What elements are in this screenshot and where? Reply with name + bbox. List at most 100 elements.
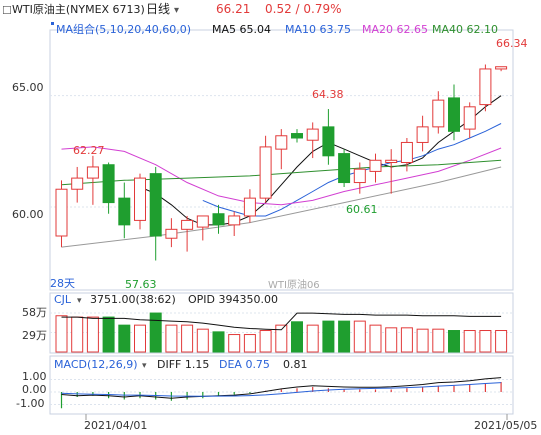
candle-body-up — [495, 66, 508, 70]
candle[interactable] — [306, 122, 319, 159]
candle-body-down — [212, 213, 225, 226]
volume-bar — [259, 330, 272, 353]
candle[interactable] — [479, 64, 492, 112]
volume-bar — [400, 327, 413, 353]
candle[interactable] — [55, 180, 68, 248]
candle[interactable] — [259, 135, 272, 203]
volume-bar — [55, 315, 68, 353]
candle-body-down — [322, 126, 335, 157]
candle[interactable] — [165, 218, 178, 248]
chart-watermark: WTI原油06 — [268, 278, 320, 291]
candle[interactable] — [228, 211, 241, 237]
candle[interactable] — [385, 149, 398, 194]
candle-body-down — [291, 133, 303, 139]
candle[interactable] — [102, 162, 115, 214]
ma-combo-title[interactable]: MA组合(5,10,20,40,60,0) — [56, 22, 191, 36]
days-label: 28天 — [50, 277, 75, 290]
candle[interactable] — [338, 149, 351, 187]
candle-body-up — [228, 215, 241, 226]
volume-bar — [463, 330, 476, 353]
volume-bar — [181, 324, 194, 353]
candle[interactable] — [463, 102, 476, 138]
candle-body-up — [275, 135, 288, 150]
candle-body-down — [149, 173, 162, 237]
opid-value: OPID 394350.00 — [188, 293, 278, 306]
candle[interactable] — [181, 215, 194, 252]
volume-tick-29: 29万 — [22, 329, 47, 342]
chart-svg: ☐ WTI原油主(NYMEX 6713) 日线 ▾ 66.21 0.52 / 0… — [2, 2, 537, 432]
volume-bar — [385, 327, 398, 353]
candle[interactable] — [212, 204, 225, 234]
volume-bar — [165, 324, 178, 353]
candle-body-up — [306, 128, 319, 141]
annotation-low-left: 57.63 — [125, 278, 157, 291]
volume-bar — [71, 316, 84, 353]
annotation-low-mid: 60.61 — [346, 203, 378, 216]
volume-bar — [291, 321, 303, 353]
candle[interactable] — [448, 84, 460, 141]
candle[interactable] — [291, 129, 303, 143]
candle[interactable] — [369, 153, 382, 183]
macd-value: 0.81 — [283, 358, 308, 371]
candle-body-up — [385, 159, 398, 163]
candle-body-up — [165, 228, 178, 239]
x-axis-date-right: 2021/05/05 — [474, 419, 537, 432]
macd-dea-line — [61, 382, 502, 397]
checkbox-icon[interactable]: ☐ — [2, 4, 12, 17]
candle[interactable] — [495, 66, 508, 72]
candle[interactable] — [118, 182, 131, 239]
macd-diff-value: DIFF 1.15 — [157, 358, 209, 371]
ma20-value: MA20 62.65 — [362, 23, 428, 36]
ma-line-ma5 — [139, 95, 502, 226]
candle[interactable] — [134, 173, 146, 230]
macd-dropdown-icon[interactable]: ▾ — [142, 361, 147, 371]
candle-body-up — [463, 106, 476, 130]
candle[interactable] — [196, 215, 209, 241]
candle-body-down — [118, 197, 131, 226]
ma-legend-marker — [51, 22, 54, 25]
annotation-high-mid: 64.38 — [312, 88, 344, 101]
candle-body-up — [181, 219, 194, 230]
macd-title[interactable]: MACD(12,26,9) — [54, 358, 138, 371]
volume-bar — [432, 328, 445, 353]
price-tick-65: 65.00 — [12, 81, 44, 94]
volume-bar — [212, 331, 225, 353]
volume-bar — [306, 324, 319, 353]
period-dropdown-icon[interactable]: ▾ — [174, 5, 179, 16]
volume-bar — [353, 320, 366, 353]
candle[interactable] — [71, 166, 84, 203]
macd-tick-minus1: -1.00 — [16, 397, 44, 410]
volume-bar — [196, 328, 209, 353]
volume-value: 3751.00(38:62) — [90, 293, 176, 306]
candle-body-up — [479, 68, 492, 106]
macd-dea-value: DEA 0.75 — [219, 358, 270, 371]
volume-indicator-label[interactable]: CJL — [54, 293, 72, 306]
volume-bar — [243, 334, 256, 353]
candle-body-up — [353, 168, 366, 184]
candle[interactable] — [432, 91, 445, 134]
last-price: 66.21 — [216, 2, 250, 16]
candle[interactable] — [86, 155, 99, 205]
volume-bar — [228, 334, 241, 353]
candle-body-up — [400, 141, 413, 163]
period-label[interactable]: 日线 — [146, 2, 170, 16]
candle-body-up — [432, 99, 445, 128]
candle[interactable] — [322, 109, 335, 165]
ma10-value: MA10 63.75 — [285, 23, 351, 36]
volume-bar — [149, 312, 162, 353]
candle[interactable] — [275, 129, 288, 170]
ma5-value: MA5 65.04 — [212, 23, 271, 36]
candle[interactable] — [416, 115, 429, 152]
candle-body-up — [134, 177, 146, 221]
candle-body-up — [243, 197, 256, 217]
volume-bar — [338, 320, 351, 353]
volume-dropdown-icon[interactable]: ▾ — [77, 296, 82, 306]
candle-body-up — [196, 215, 209, 228]
macd-tick-0: 0.00 — [22, 383, 47, 396]
candle[interactable] — [149, 166, 162, 261]
candle-body-up — [259, 146, 272, 199]
candle-body-up — [416, 126, 429, 143]
annotation-left-high: 62.27 — [73, 144, 105, 157]
candle-body-up — [55, 188, 68, 237]
volume-bar — [416, 328, 429, 353]
